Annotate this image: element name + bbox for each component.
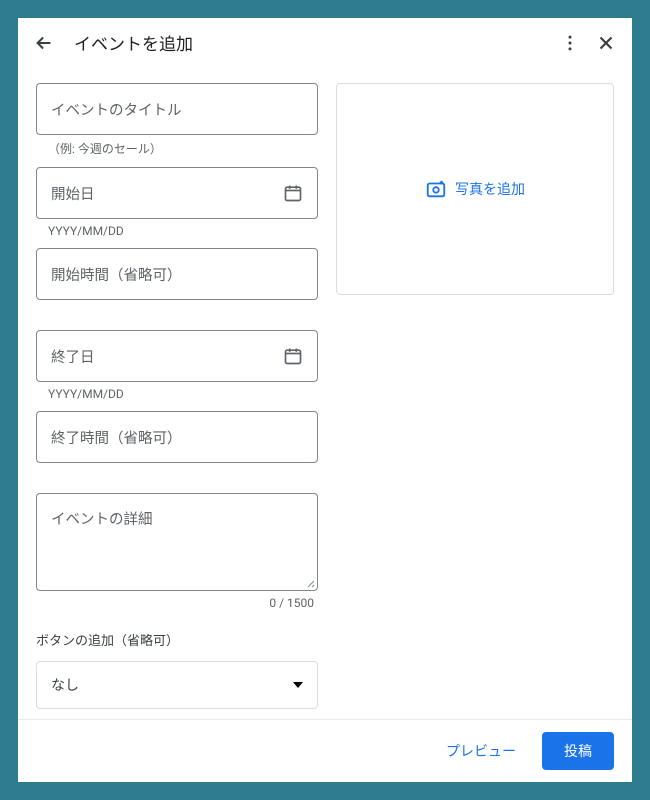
- start-time-placeholder: 開始時間（省略可）: [51, 264, 182, 285]
- button-select-value: なし: [51, 675, 79, 695]
- dialog: イベントを追加 イベントのタイトル （例: 今週のセール） 開始日: [18, 18, 632, 782]
- close-button[interactable]: [594, 31, 618, 55]
- start-date-input[interactable]: 開始日: [36, 167, 318, 219]
- start-date-helper: YYYY/MM/DD: [36, 219, 318, 238]
- title-placeholder: イベントのタイトル: [51, 99, 182, 120]
- start-time-input[interactable]: 開始時間（省略可）: [36, 248, 318, 300]
- right-column: 写真を追加: [336, 67, 614, 719]
- submit-button[interactable]: 投稿: [542, 732, 614, 770]
- arrow-left-icon: [33, 32, 55, 54]
- footer: プレビュー 投稿: [18, 719, 632, 782]
- end-date-field-wrap: 終了日 YYYY/MM/DD: [36, 330, 318, 401]
- details-textarea[interactable]: イベントの詳細: [36, 493, 318, 591]
- left-column: イベントのタイトル （例: 今週のセール） 開始日 YYYY/MM/DD 開始時…: [36, 67, 318, 719]
- end-date-input[interactable]: 終了日: [36, 330, 318, 382]
- body: イベントのタイトル （例: 今週のセール） 開始日 YYYY/MM/DD 開始時…: [18, 67, 632, 719]
- end-time-input[interactable]: 終了時間（省略可）: [36, 411, 318, 463]
- chevron-down-icon: [293, 682, 303, 688]
- more-vert-icon: [560, 33, 580, 53]
- close-icon: [595, 32, 617, 54]
- title-helper: （例: 今週のセール）: [36, 135, 318, 157]
- add-photo-button[interactable]: 写真を追加: [336, 83, 614, 295]
- add-photo-icon: [425, 178, 447, 200]
- calendar-icon: [283, 183, 303, 203]
- start-date-field-wrap: 開始日 YYYY/MM/DD: [36, 167, 318, 238]
- more-button[interactable]: [558, 31, 582, 55]
- button-section-label: ボタンの追加（省略可）: [36, 630, 318, 649]
- header: イベントを追加: [18, 18, 632, 67]
- end-time-field-wrap: 終了時間（省略可）: [36, 411, 318, 463]
- details-placeholder: イベントの詳細: [51, 511, 153, 528]
- char-count: 0 / 1500: [36, 591, 318, 610]
- calendar-icon: [283, 346, 303, 366]
- title-input[interactable]: イベントのタイトル: [36, 83, 318, 135]
- add-photo-label: 写真を追加: [455, 179, 525, 199]
- resize-icon: [303, 576, 315, 588]
- back-button[interactable]: [32, 31, 56, 55]
- details-field-wrap: イベントの詳細 0 / 1500: [36, 493, 318, 610]
- button-select[interactable]: なし: [36, 661, 318, 709]
- title-field-wrap: イベントのタイトル （例: 今週のセール）: [36, 83, 318, 157]
- end-date-placeholder: 終了日: [51, 346, 95, 367]
- preview-button[interactable]: プレビュー: [434, 733, 528, 769]
- page-title: イベントを追加: [74, 30, 546, 55]
- end-time-placeholder: 終了時間（省略可）: [51, 427, 182, 448]
- start-date-placeholder: 開始日: [51, 183, 95, 204]
- end-date-helper: YYYY/MM/DD: [36, 382, 318, 401]
- start-time-field-wrap: 開始時間（省略可）: [36, 248, 318, 300]
